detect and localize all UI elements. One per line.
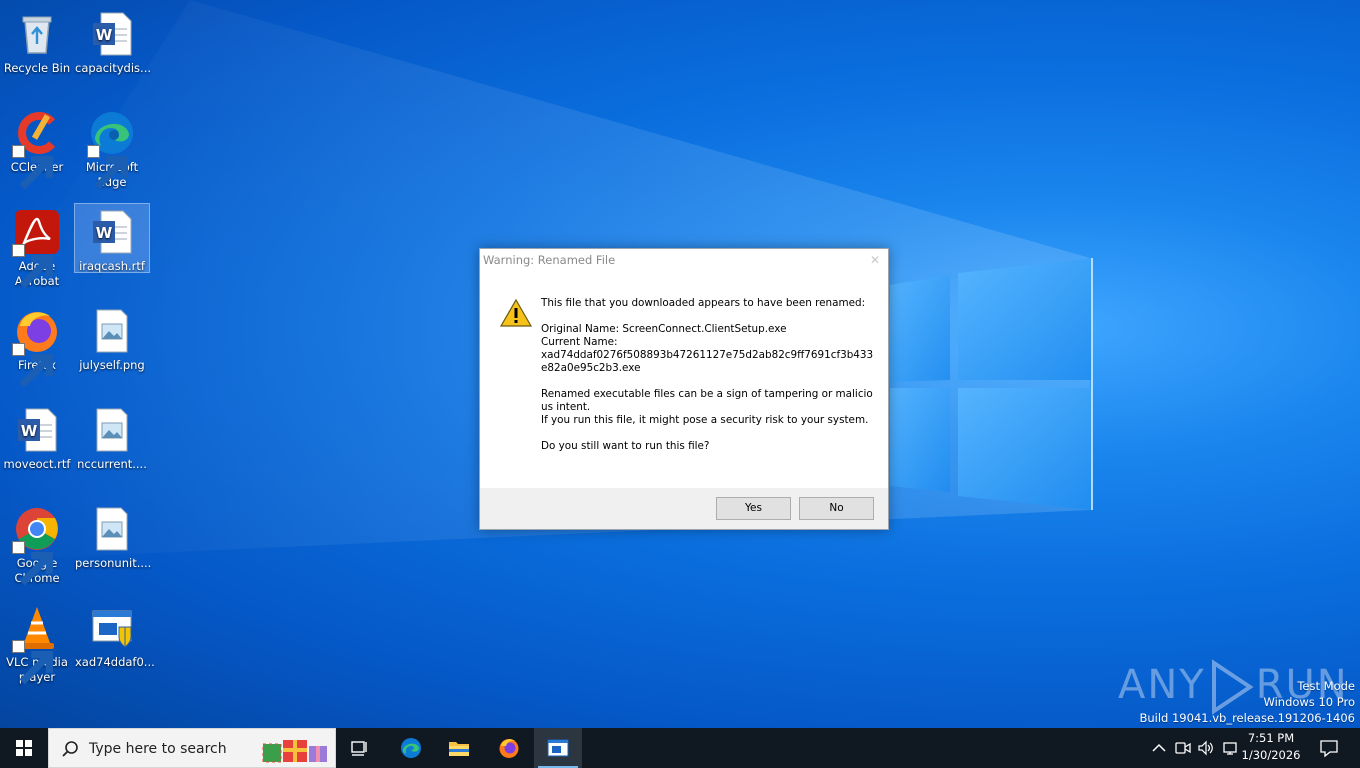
desktop-icon-microsoft-edge[interactable]: Microsoft Edge — [75, 105, 149, 190]
risk-warning-2: If you run this file, it might pose a se… — [541, 414, 869, 426]
desktop-icon-nccurrent[interactable]: nccurrent.... — [75, 402, 149, 472]
clock-time: 7:51 PM — [1247, 731, 1295, 745]
shortcut-arrow-icon — [12, 244, 54, 289]
search-icon — [62, 741, 78, 757]
taskbar-search-box[interactable]: Type here to search — [48, 728, 336, 768]
desktop-icon-label: iraqcash.rtf — [79, 259, 145, 273]
installer-exe-icon — [92, 610, 132, 648]
svg-text:W: W — [96, 224, 113, 242]
desktop-icon-label: personunit.... — [75, 556, 152, 570]
word-doc-icon: W — [93, 210, 132, 254]
desktop-icon-recycle-bin[interactable]: Recycle Bin — [0, 6, 74, 76]
desktop-icon-label: capacitydis... — [75, 61, 152, 75]
desktop-icon-label: julyself.png — [79, 358, 145, 372]
test-mode-notice: Test Mode Windows 10 Pro Build 19041.vb_… — [1139, 678, 1355, 726]
desktop: Recycle Bin CCleaner Adobe Acrobat Firef… — [0, 0, 1360, 728]
folder-icon — [449, 742, 469, 756]
desktop-icon-firefox[interactable]: Firefox — [0, 303, 74, 388]
taskbar-dialog-app-button[interactable] — [534, 728, 582, 768]
task-view-button[interactable] — [336, 728, 384, 768]
confirm-question: Do you still want to run this file? — [541, 440, 710, 452]
word-doc-icon: W — [93, 12, 132, 56]
desktop-icon-label: moveoct.rtf — [3, 457, 71, 471]
desktop-icon-adobe-acrobat[interactable]: Adobe Acrobat — [0, 204, 74, 289]
dialog-button-bar: Yes No — [480, 488, 888, 529]
taskbar-clock[interactable]: 7:51 PM 1/30/2026 — [1240, 730, 1302, 764]
desktop-icon-google-chrome[interactable]: Google Chrome — [0, 501, 74, 586]
start-button[interactable] — [0, 728, 48, 768]
no-button[interactable]: No — [799, 497, 874, 520]
windows-logo-icon — [16, 740, 32, 756]
dialog-body: This file that you downloaded appears to… — [480, 272, 888, 488]
meet-now-icon[interactable] — [1174, 739, 1192, 757]
taskbar: Type here to search 7:51 PM 1/30/2026 — [0, 728, 1360, 768]
svg-text:W: W — [21, 422, 38, 440]
desktop-icon-iraqcash[interactable]: W iraqcash.rtf — [74, 203, 150, 273]
shortcut-arrow-icon — [12, 343, 54, 388]
svg-text:W: W — [96, 26, 113, 44]
network-icon[interactable] — [1222, 739, 1240, 757]
desktop-icon-capacitydis[interactable]: W capacitydis... — [75, 6, 152, 76]
yes-button[interactable]: Yes — [716, 497, 791, 520]
edge-icon — [401, 738, 421, 758]
dialog-titlebar[interactable]: Warning: Renamed File ✕ — [480, 249, 888, 272]
desktop-icon-label: nccurrent.... — [77, 457, 147, 471]
volume-icon[interactable] — [1197, 739, 1215, 757]
word-doc-icon: W — [18, 408, 57, 452]
image-file-icon — [96, 408, 128, 452]
desktop-icon-xad74ddaf0[interactable]: xad74ddaf0... — [75, 600, 155, 670]
current-name-label: Current Name: — [541, 336, 618, 348]
dialog-message: This file that you downloaded appears to… — [541, 297, 876, 453]
desktop-icon-julyself[interactable]: julyself.png — [75, 303, 149, 373]
shortcut-arrow-icon — [12, 541, 54, 586]
desktop-icon-label: xad74ddaf0... — [75, 655, 155, 669]
clock-date: 1/30/2026 — [1241, 748, 1301, 762]
firefox-icon — [499, 739, 519, 758]
notification-center-icon[interactable] — [1319, 738, 1339, 758]
desktop-icon-moveoct[interactable]: W moveoct.rtf — [0, 402, 74, 472]
warning-icon — [500, 298, 532, 327]
taskbar-edge-button[interactable] — [387, 728, 435, 768]
current-name-value: xad74ddaf0276f508893b47261127e75d2ab82c9… — [541, 349, 874, 374]
shortcut-arrow-icon — [87, 145, 128, 190]
recycle-bin-icon — [22, 16, 52, 54]
renamed-file-warning-dialog: Warning: Renamed File ✕ This file that y… — [479, 248, 889, 530]
original-name: Original Name: ScreenConnect.ClientSetup… — [541, 323, 787, 335]
test-mode-label: Test Mode — [1297, 679, 1355, 693]
message-intro: This file that you downloaded appears to… — [541, 297, 866, 309]
risk-warning-1: Renamed executable files can be a sign o… — [541, 388, 873, 413]
dialog-title: Warning: Renamed File — [483, 253, 616, 267]
search-placeholder: Type here to search — [89, 741, 227, 757]
window-app-icon — [547, 739, 569, 757]
image-file-icon — [96, 309, 128, 353]
taskbar-file-explorer-button[interactable] — [435, 728, 483, 768]
search-highlight-gifts-icon — [262, 740, 327, 763]
shortcut-arrow-icon — [12, 145, 54, 190]
desktop-icon-vlc[interactable]: VLC media player — [0, 600, 74, 685]
desktop-icon-personunit[interactable]: personunit.... — [75, 501, 152, 571]
shortcut-arrow-icon — [12, 640, 54, 685]
image-file-icon — [96, 507, 128, 551]
chevron-up-icon[interactable] — [1150, 739, 1168, 757]
windows-build: Build 19041.vb_release.191206-1406 — [1139, 711, 1355, 725]
task-view-icon — [351, 741, 367, 756]
desktop-icon-label: Recycle Bin — [3, 61, 71, 75]
windows-edition: Windows 10 Pro — [1263, 695, 1355, 709]
desktop-icon-ccleaner[interactable]: CCleaner — [0, 105, 74, 190]
close-icon[interactable]: ✕ — [870, 249, 880, 272]
taskbar-firefox-button[interactable] — [485, 728, 533, 768]
